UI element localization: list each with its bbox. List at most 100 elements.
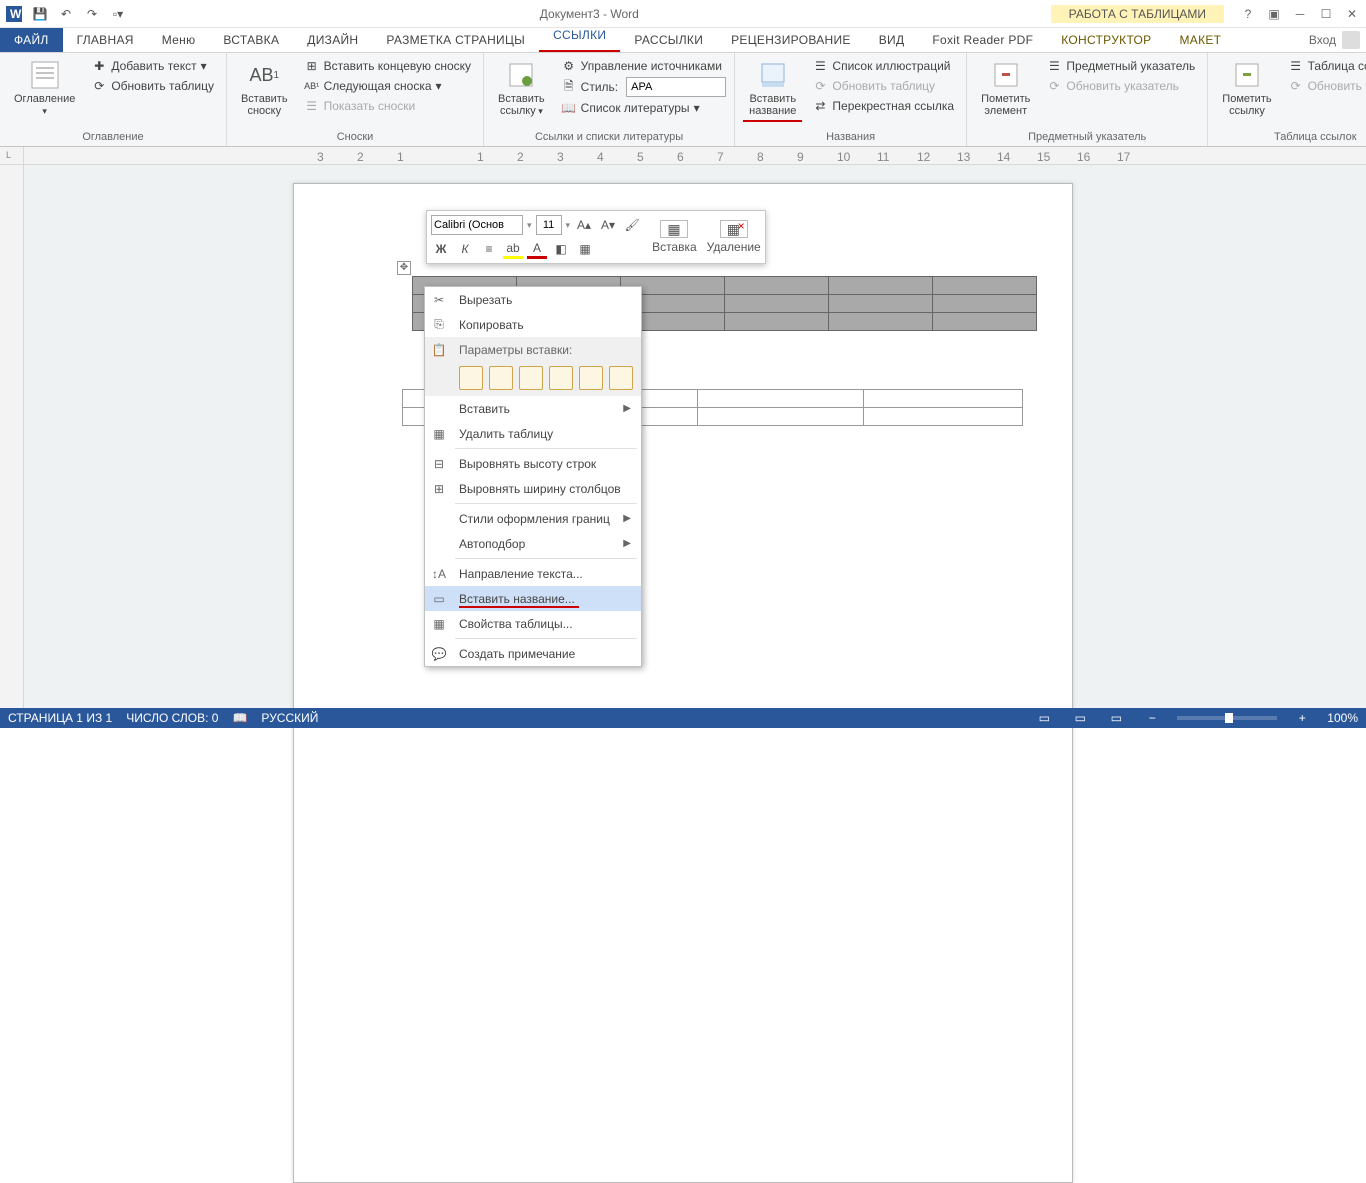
bibliography-button[interactable]: 📖Список литературы ▾ <box>557 99 726 117</box>
tab-table-layout[interactable]: МАКЕТ <box>1165 28 1235 52</box>
update-index-button[interactable]: ⟳Обновить указатель <box>1042 77 1199 95</box>
ctx-text-direction[interactable]: ↕AНаправление текста... <box>425 561 641 586</box>
tab-table-design[interactable]: КОНСТРУКТОР <box>1047 28 1165 52</box>
borders-icon[interactable]: ▦ <box>575 239 595 259</box>
status-lang[interactable]: РУССКИЙ <box>261 711 318 725</box>
status-proofing-icon[interactable]: 📖 <box>232 711 247 725</box>
minimize-icon[interactable]: ─ <box>1288 2 1312 26</box>
ctx-dist-cols[interactable]: ⊞Выровнять ширину столбцов <box>425 476 641 501</box>
mini-insert-block[interactable]: Вставка <box>652 220 697 254</box>
ribbon: Оглавление ✚Добавить текст ▾ ⟳Обновить т… <box>0 53 1366 147</box>
paste-opt-3[interactable] <box>519 366 543 390</box>
save-icon[interactable]: 💾 <box>30 4 50 24</box>
page[interactable]: ✥ <box>293 183 1073 1183</box>
insert-caption-button[interactable]: Вставить название <box>743 57 802 119</box>
tab-layout[interactable]: РАЗМЕТКА СТРАНИЦЫ <box>372 28 539 52</box>
ribbon-options-icon[interactable]: ▣ <box>1262 2 1286 26</box>
group-toc-label: Оглавление <box>8 129 218 146</box>
comment-icon: 💬 <box>429 647 449 661</box>
table-authorities-button[interactable]: ☰Таблица ссылок <box>1284 57 1366 75</box>
table-move-handle[interactable]: ✥ <box>397 261 411 275</box>
group-toc: Оглавление ✚Добавить текст ▾ ⟳Обновить т… <box>0 53 227 146</box>
update-authorities-button[interactable]: ⟳Обновить таблицу <box>1284 77 1366 95</box>
paste-opt-1[interactable] <box>459 366 483 390</box>
tab-home[interactable]: ГЛАВНАЯ <box>63 28 148 52</box>
highlight-icon[interactable]: ab <box>503 239 523 259</box>
zoom-in-icon[interactable]: + <box>1291 710 1313 726</box>
paste-opt-5[interactable] <box>579 366 603 390</box>
zoom-value[interactable]: 100% <box>1327 711 1358 725</box>
ctx-table-properties[interactable]: ▦Свойства таблицы... <box>425 611 641 636</box>
user-icon[interactable] <box>1342 31 1360 49</box>
update-toc-button[interactable]: ⟳Обновить таблицу <box>87 77 218 95</box>
close-icon[interactable]: ✕ <box>1340 2 1364 26</box>
update-figures-button[interactable]: ⟳Обновить таблицу <box>808 77 958 95</box>
italic-icon[interactable]: К <box>455 239 475 259</box>
table-of-figures-button[interactable]: ☰Список иллюстраций <box>808 57 958 75</box>
vertical-ruler[interactable] <box>0 165 24 708</box>
view-print-icon[interactable]: ▭ <box>1069 710 1091 726</box>
ctx-autofit[interactable]: Автоподбор▶ <box>425 531 641 556</box>
insert-citation-label: Вставить ссылку <box>498 93 545 117</box>
shrink-font-icon[interactable]: A▾ <box>598 215 618 235</box>
manage-sources-button[interactable]: ⚙Управление источниками <box>557 57 726 75</box>
ctx-dist-rows[interactable]: ⊟Выровнять высоту строк <box>425 451 641 476</box>
cross-reference-button[interactable]: ⇄Перекрестная ссылка <box>808 97 958 115</box>
toc-button[interactable]: Оглавление <box>8 57 81 119</box>
paste-opt-2[interactable] <box>489 366 513 390</box>
horizontal-ruler[interactable]: 321 123 456 789 101112 131415 1617 <box>24 147 1366 165</box>
sign-in-label[interactable]: Вход <box>1309 33 1336 47</box>
insert-index-button[interactable]: ☰Предметный указатель <box>1042 57 1199 75</box>
view-read-icon[interactable]: ▭ <box>1033 710 1055 726</box>
paste-opt-6[interactable] <box>609 366 633 390</box>
status-page[interactable]: СТРАНИЦА 1 ИЗ 1 <box>8 711 112 725</box>
mini-font-select[interactable] <box>431 215 523 235</box>
tab-view[interactable]: ВИД <box>865 28 919 52</box>
ctx-cut[interactable]: ✂Вырезать <box>425 287 641 312</box>
redo-icon[interactable]: ↷ <box>82 4 102 24</box>
zoom-out-icon[interactable]: − <box>1141 710 1163 726</box>
help-icon[interactable]: ? <box>1236 2 1260 26</box>
tab-file[interactable]: ФАЙЛ <box>0 28 63 52</box>
zoom-slider[interactable] <box>1177 716 1277 720</box>
grow-font-icon[interactable]: A▴ <box>574 215 594 235</box>
show-notes-button[interactable]: ☰Показать сноски <box>300 97 475 115</box>
format-painter-icon[interactable]: 🖌 <box>622 215 642 235</box>
ctx-copy[interactable]: ⎘Копировать <box>425 312 641 337</box>
insert-footnote-button[interactable]: AB1 Вставить сноску <box>235 57 294 119</box>
bold-icon[interactable]: Ж <box>431 239 451 259</box>
tab-foxit[interactable]: Foxit Reader PDF <box>918 28 1047 52</box>
view-web-icon[interactable]: ▭ <box>1105 710 1127 726</box>
mark-citation-button[interactable]: Пометить ссылку <box>1216 57 1277 119</box>
title-bar: W 💾 ↶ ↷ ▫▾ Документ3 - Word РАБОТА С ТАБ… <box>0 0 1366 28</box>
paste-opt-4[interactable] <box>549 366 573 390</box>
mini-size-select[interactable] <box>536 215 562 235</box>
ctx-delete-table[interactable]: ▦Удалить таблицу <box>425 421 641 446</box>
citation-style-select[interactable] <box>626 77 726 97</box>
font-color-icon[interactable]: A <box>527 239 547 259</box>
insert-endnote-button[interactable]: ⊞Вставить концевую сноску <box>300 57 475 75</box>
tab-design[interactable]: ДИЗАЙН <box>293 28 372 52</box>
group-citations-label: Ссылки и списки литературы <box>492 129 726 146</box>
tab-insert[interactable]: ВСТАВКА <box>209 28 293 52</box>
insert-citation-button[interactable]: Вставить ссылку <box>492 57 551 119</box>
status-words[interactable]: ЧИСЛО СЛОВ: 0 <box>126 711 218 725</box>
add-text-button[interactable]: ✚Добавить текст ▾ <box>87 57 218 75</box>
tab-references[interactable]: ССЫЛКИ <box>539 28 620 42</box>
new-doc-icon[interactable]: ▫▾ <box>108 4 128 24</box>
mark-entry-button[interactable]: Пометить элемент <box>975 57 1036 119</box>
tab-mailings[interactable]: РАССЫЛКИ <box>620 28 717 52</box>
maximize-icon[interactable]: ☐ <box>1314 2 1338 26</box>
shading-icon[interactable]: ◧ <box>551 239 571 259</box>
ctx-border-styles[interactable]: Стили оформления границ▶ <box>425 506 641 531</box>
tab-review[interactable]: РЕЦЕНЗИРОВАНИЕ <box>717 28 865 52</box>
tab-menu[interactable]: Меню <box>148 28 210 52</box>
next-footnote-button[interactable]: AB¹Следующая сноска ▾ <box>300 77 475 95</box>
ctx-insert[interactable]: Вставить▶ <box>425 396 641 421</box>
mini-delete-block[interactable]: Удаление <box>707 220 761 254</box>
undo-icon[interactable]: ↶ <box>56 4 76 24</box>
group-citations: Вставить ссылку ⚙Управление источниками … <box>484 53 735 146</box>
ctx-new-comment[interactable]: 💬Создать примечание <box>425 641 641 666</box>
ctx-insert-caption[interactable]: ▭Вставить название... <box>425 586 641 611</box>
align-icon[interactable]: ≡ <box>479 239 499 259</box>
